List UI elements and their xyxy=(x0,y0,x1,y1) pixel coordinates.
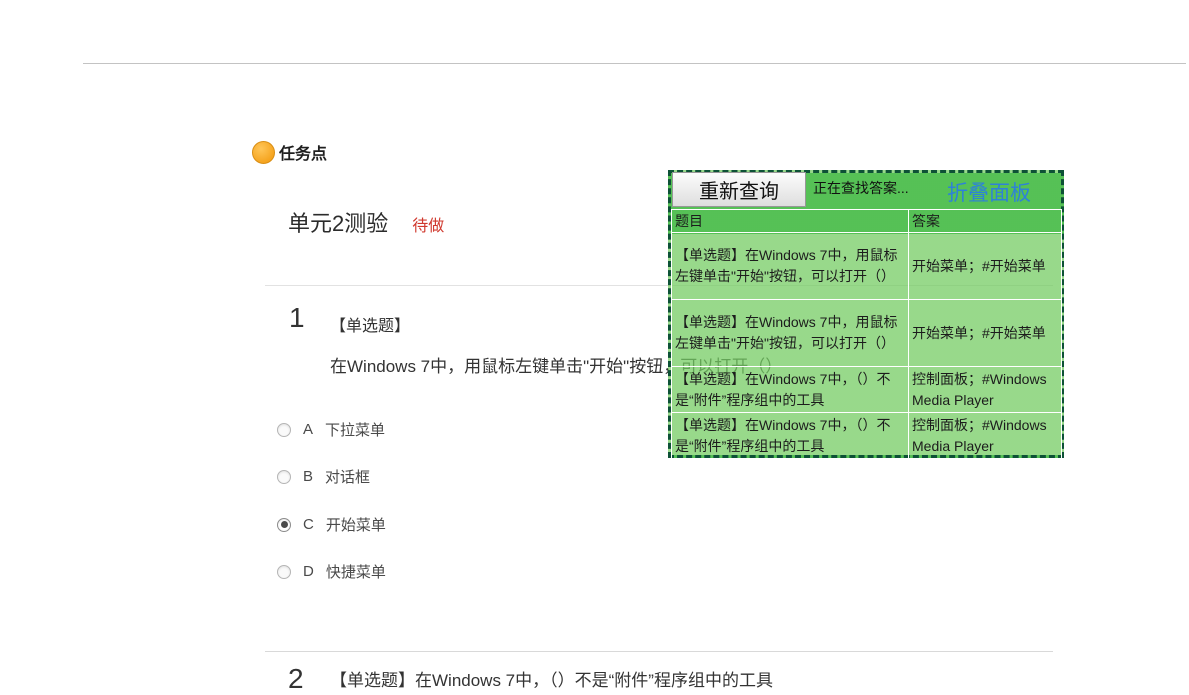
answer-cell: 控制面板；#Windows Media Player xyxy=(909,367,1062,413)
section-divider xyxy=(265,651,1053,652)
table-row: 【单选题】在Windows 7中，（）不是“附件”程序组中的工具 控制面板；#W… xyxy=(672,367,1062,413)
option-letter: A xyxy=(303,421,313,438)
option-row-b[interactable]: B 对话框 xyxy=(277,466,370,487)
collapse-panel-link[interactable]: 折叠面板 xyxy=(947,177,1031,207)
question2-text: 【单选题】在Windows 7中，（）不是“附件”程序组中的工具 xyxy=(330,666,773,691)
option-letter: D xyxy=(303,563,314,580)
top-divider xyxy=(83,63,1186,64)
answer-cell: 控制面板；#Windows Media Player xyxy=(909,413,1062,459)
option-row-a[interactable]: A 下拉菜单 xyxy=(277,419,385,440)
option-label: 对话框 xyxy=(325,466,370,487)
table-row: 【单选题】在Windows 7中，（）不是“附件”程序组中的工具 控制面板；#W… xyxy=(672,413,1062,459)
option-row-c[interactable]: C 开始菜单 xyxy=(277,514,386,535)
answer-helper-panel: 重新查询 正在查找答案... 折叠面板 题目 答案 【单选题】在Windows … xyxy=(668,170,1064,458)
option-radio-b[interactable] xyxy=(277,470,291,484)
answer-cell: 开始菜单；#开始菜单 xyxy=(909,233,1062,300)
search-status-text: 正在查找答案... xyxy=(813,178,909,198)
quiz-status-badge: 待做 xyxy=(412,212,444,236)
question1-number: 1 xyxy=(289,302,305,334)
option-letter: C xyxy=(303,516,314,533)
table-row: 【单选题】在Windows 7中，用鼠标左键单击"开始"按钮，可以打开（） 开始… xyxy=(672,233,1062,300)
question-cell: 【单选题】在Windows 7中，（）不是“附件”程序组中的工具 xyxy=(672,413,909,459)
option-label: 快捷菜单 xyxy=(326,561,386,582)
answer-table-header-row: 题目 答案 xyxy=(672,210,1062,233)
question1-type-label: 【单选题】 xyxy=(330,312,410,336)
answer-cell: 开始菜单；#开始菜单 xyxy=(909,300,1062,367)
option-label: 下拉菜单 xyxy=(325,419,385,440)
option-radio-c[interactable] xyxy=(277,518,291,532)
question-cell: 【单选题】在Windows 7中，（）不是“附件”程序组中的工具 xyxy=(672,367,909,413)
option-row-d[interactable]: D 快捷菜单 xyxy=(277,561,386,582)
column-header-answer: 答案 xyxy=(909,210,1062,233)
task-point: 任务点 xyxy=(252,140,327,164)
question-cell: 【单选题】在Windows 7中，用鼠标左键单击"开始"按钮，可以打开（） xyxy=(672,300,909,367)
question2-number: 2 xyxy=(288,663,304,695)
option-radio-a[interactable] xyxy=(277,423,291,437)
option-label: 开始菜单 xyxy=(326,514,386,535)
answer-panel-header: 重新查询 正在查找答案... 折叠面板 xyxy=(671,173,1061,209)
task-point-icon xyxy=(252,141,275,164)
quiz-title-row: 单元2测验 待做 xyxy=(288,206,444,238)
task-point-label: 任务点 xyxy=(279,140,327,164)
answer-table: 题目 答案 【单选题】在Windows 7中，用鼠标左键单击"开始"按钮，可以打… xyxy=(671,209,1062,459)
option-radio-d[interactable] xyxy=(277,565,291,579)
column-header-question: 题目 xyxy=(672,210,909,233)
question-cell: 【单选题】在Windows 7中，用鼠标左键单击"开始"按钮，可以打开（） xyxy=(672,233,909,300)
option-letter: B xyxy=(303,468,313,485)
quiz-title: 单元2测验 xyxy=(288,206,388,238)
table-row: 【单选题】在Windows 7中，用鼠标左键单击"开始"按钮，可以打开（） 开始… xyxy=(672,300,1062,367)
requery-button[interactable]: 重新查询 xyxy=(672,172,806,207)
